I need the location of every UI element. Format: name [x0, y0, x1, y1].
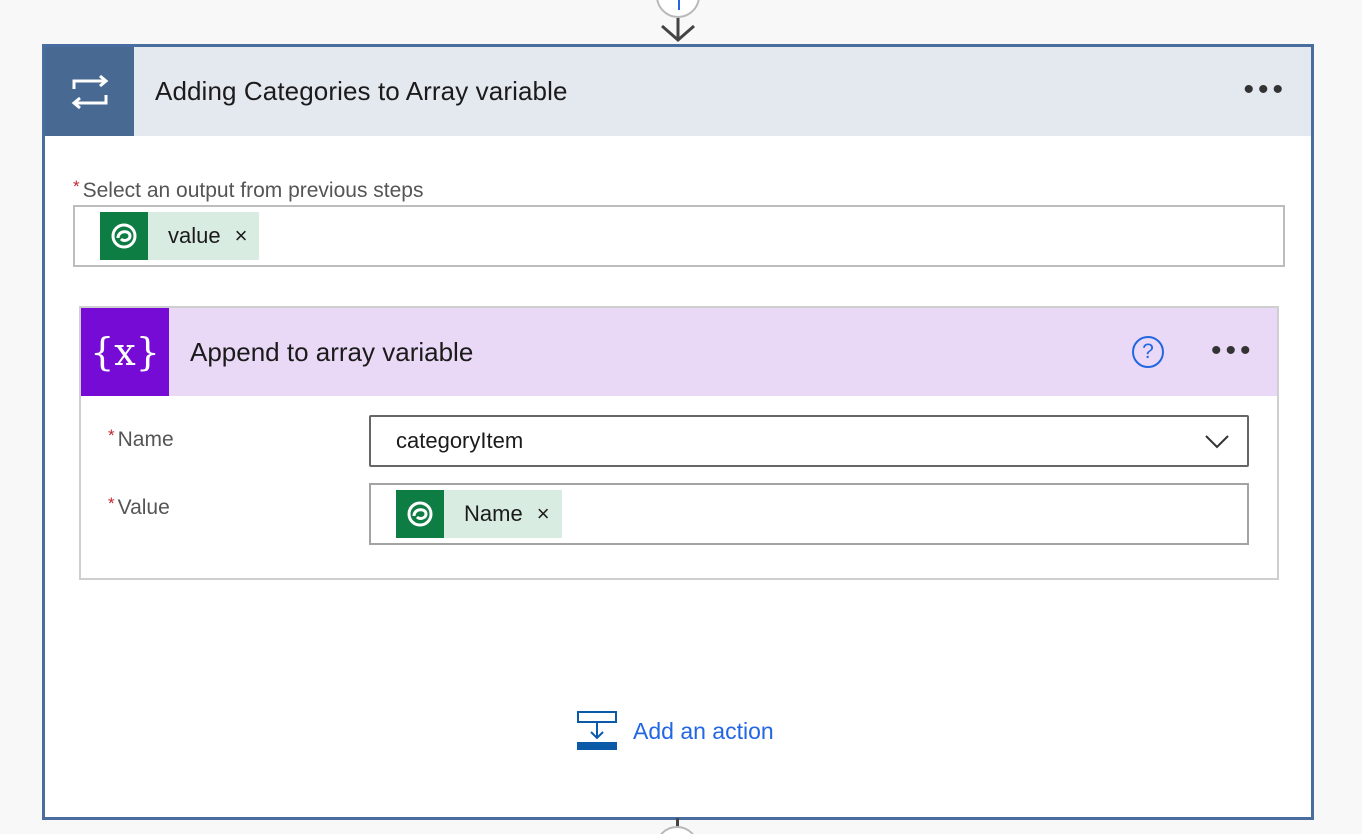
add-action-icon: [577, 711, 617, 750]
add-action-label: Add an action: [633, 717, 774, 744]
required-marker: *: [73, 177, 80, 196]
output-field-label: * Select an output from previous steps: [73, 177, 424, 203]
variable-name-dropdown[interactable]: categoryItem: [369, 415, 1249, 467]
dynamic-content-token[interactable]: Name ×: [396, 490, 562, 538]
apply-to-each-header[interactable]: Adding Categories to Array variable •••: [45, 47, 1311, 136]
append-to-array-action-card: {x} Append to array variable ? ••• * Name…: [79, 306, 1279, 580]
append-action-title[interactable]: Append to array variable: [190, 337, 473, 368]
insert-step-button-top[interactable]: [656, 0, 700, 18]
value-input[interactable]: Name ×: [369, 483, 1249, 545]
output-input[interactable]: value ×: [73, 205, 1285, 267]
remove-token-icon[interactable]: ×: [537, 501, 550, 527]
required-marker: *: [108, 426, 115, 445]
token-label: value: [168, 223, 221, 248]
apply-to-each-title[interactable]: Adding Categories to Array variable: [155, 76, 568, 107]
append-action-header[interactable]: {x} Append to array variable ? •••: [81, 308, 1277, 396]
more-options-icon[interactable]: •••: [1243, 75, 1287, 105]
add-an-action-button[interactable]: Add an action: [577, 711, 774, 751]
dataverse-icon: [100, 212, 148, 260]
chevron-down-icon: [1205, 435, 1229, 449]
dynamic-content-token[interactable]: value ×: [100, 212, 260, 260]
required-marker: *: [108, 494, 115, 513]
loop-icon: [45, 47, 134, 136]
name-param-label-text: Name: [117, 428, 174, 451]
flow-canvas: Adding Categories to Array variable ••• …: [0, 0, 1362, 834]
remove-token-icon[interactable]: ×: [235, 223, 248, 249]
insert-step-button-bottom[interactable]: [655, 826, 699, 834]
help-icon[interactable]: ?: [1132, 336, 1164, 368]
token-label: Name: [464, 501, 523, 526]
value-param-label-text: Value: [117, 496, 170, 519]
more-options-icon[interactable]: •••: [1211, 336, 1255, 366]
value-param-label: * Value: [108, 494, 170, 520]
variable-icon: {x}: [81, 308, 169, 396]
apply-to-each-card: Adding Categories to Array variable ••• …: [42, 44, 1314, 820]
variable-name-value: categoryItem: [396, 428, 524, 453]
dataverse-icon: [396, 490, 444, 538]
connector-arrow-icon: [661, 18, 695, 42]
name-param-label: * Name: [108, 426, 174, 452]
output-field-label-text: Select an output from previous steps: [82, 179, 424, 202]
